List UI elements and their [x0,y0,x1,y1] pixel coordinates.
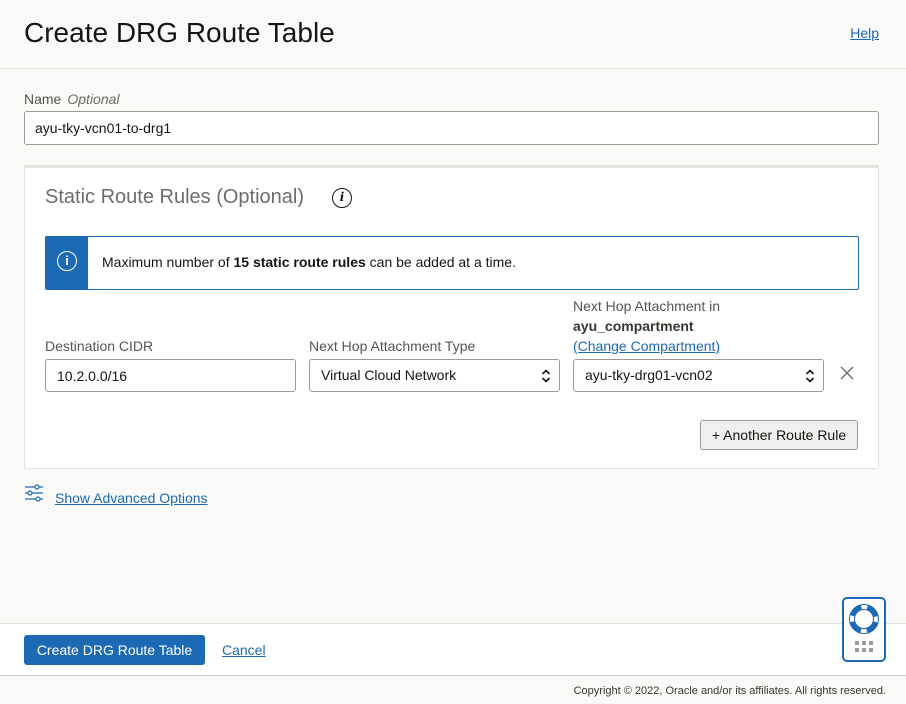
attachment-select[interactable]: ayu-tky-drg01-vcn02 [573,359,824,392]
show-advanced-options-link[interactable]: Show Advanced Options [55,490,208,506]
static-route-rules-panel: Static Route Rules (Optional) i i Maximu… [24,165,879,469]
panel-title: Static Route Rules (Optional) [45,186,305,208]
lifebuoy-icon [849,604,879,652]
footer-bar: Create DRG Route Table Cancel [0,623,906,675]
info-icon[interactable]: i [332,188,352,208]
attachment-value: ayu-tky-drg01-vcn02 [585,367,713,383]
banner-text-bold: 15 static route rules [233,254,366,270]
close-icon[interactable] [840,366,854,380]
info-banner: i Maximum number of 15 static route rule… [45,236,859,290]
add-route-rule-button[interactable]: + Another Route Rule [700,420,858,450]
optional-label: Optional [67,91,120,107]
attachment-type-label: Next Hop Attachment Type [309,338,476,354]
banner-text-prefix: Maximum number of [102,254,234,270]
banner-accent: i [46,237,88,289]
banner-text-suffix: can be added at a time. [365,254,516,270]
copyright-bar: Copyright © 2022, Oracle and/or its affi… [0,675,906,704]
chevron-updown-icon [805,369,815,383]
cancel-link[interactable]: Cancel [222,642,266,658]
sliders-icon[interactable] [24,484,44,502]
destination-cidr-label: Destination CIDR [45,338,154,354]
page-title: Create DRG Route Table [24,17,335,48]
attachment-type-value: Virtual Cloud Network [321,367,457,383]
change-compartment-link[interactable]: (Change Compartment) [573,338,720,354]
destination-cidr-input[interactable] [45,359,296,392]
copyright-text: Copyright © 2022, Oracle and/or its affi… [573,685,886,697]
help-widget[interactable] [842,597,886,662]
page-header: Create DRG Route Table Help [0,0,906,69]
banner-text: Maximum number of 15 static route rules … [102,254,516,270]
help-link[interactable]: Help [850,25,879,41]
compartment-name: ayu_compartment [573,318,694,334]
chevron-updown-icon [541,369,551,383]
create-drg-route-table-button[interactable]: Create DRG Route Table [24,635,205,665]
name-input[interactable] [24,111,879,145]
name-label-text: Name [24,91,62,107]
info-icon: i [57,251,77,271]
name-label: Name Optional [24,91,120,107]
attachment-type-select[interactable]: Virtual Cloud Network [309,359,560,392]
attachment-label: Next Hop Attachment in [573,298,721,314]
